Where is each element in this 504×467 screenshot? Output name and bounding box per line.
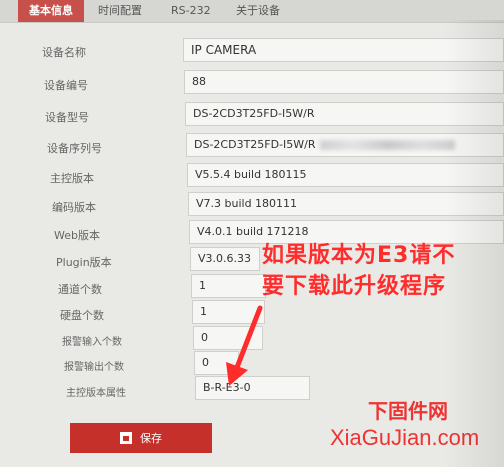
- serial-redaction: [319, 140, 455, 150]
- tab-bar: 基本信息 时间配置 RS-232 关于设备: [0, 0, 504, 23]
- save-button[interactable]: 保存: [70, 423, 212, 453]
- tab-basic-info[interactable]: 基本信息: [18, 0, 84, 22]
- web-version-label: Web版本: [54, 229, 100, 242]
- plugin-version-value: V3.0.6.33: [190, 247, 260, 271]
- screen-shadow: [444, 20, 504, 467]
- device-name-label: 设备名称: [42, 46, 86, 59]
- alarm-input-count-label: 报警输入个数: [62, 337, 122, 348]
- alarm-output-count-label: 报警输出个数: [64, 362, 124, 373]
- serial-number-text: DS-2CD3T25FD-I5W/R: [194, 138, 316, 151]
- watermark-cn: 下固件网: [368, 399, 448, 423]
- device-number-label: 设备编号: [44, 79, 88, 92]
- save-icon: [120, 432, 132, 444]
- tab-rs232[interactable]: RS-232: [171, 0, 211, 22]
- channel-count-value: 1: [191, 274, 266, 298]
- tab-about-device[interactable]: 关于设备: [236, 0, 280, 22]
- plugin-version-label: Plugin版本: [56, 256, 112, 269]
- encoding-version-label: 编码版本: [52, 201, 96, 214]
- main-version-property-label: 主控版本属性: [66, 388, 126, 399]
- device-model-label: 设备型号: [45, 111, 89, 124]
- channel-count-label: 通道个数: [58, 283, 102, 296]
- save-button-label: 保存: [140, 433, 162, 445]
- serial-number-label: 设备序列号: [47, 142, 102, 155]
- disk-count-label: 硬盘个数: [60, 309, 104, 322]
- main-version-label: 主控版本: [50, 172, 94, 185]
- tab-time-settings[interactable]: 时间配置: [98, 0, 142, 22]
- annotation-arrow-icon: [226, 305, 263, 386]
